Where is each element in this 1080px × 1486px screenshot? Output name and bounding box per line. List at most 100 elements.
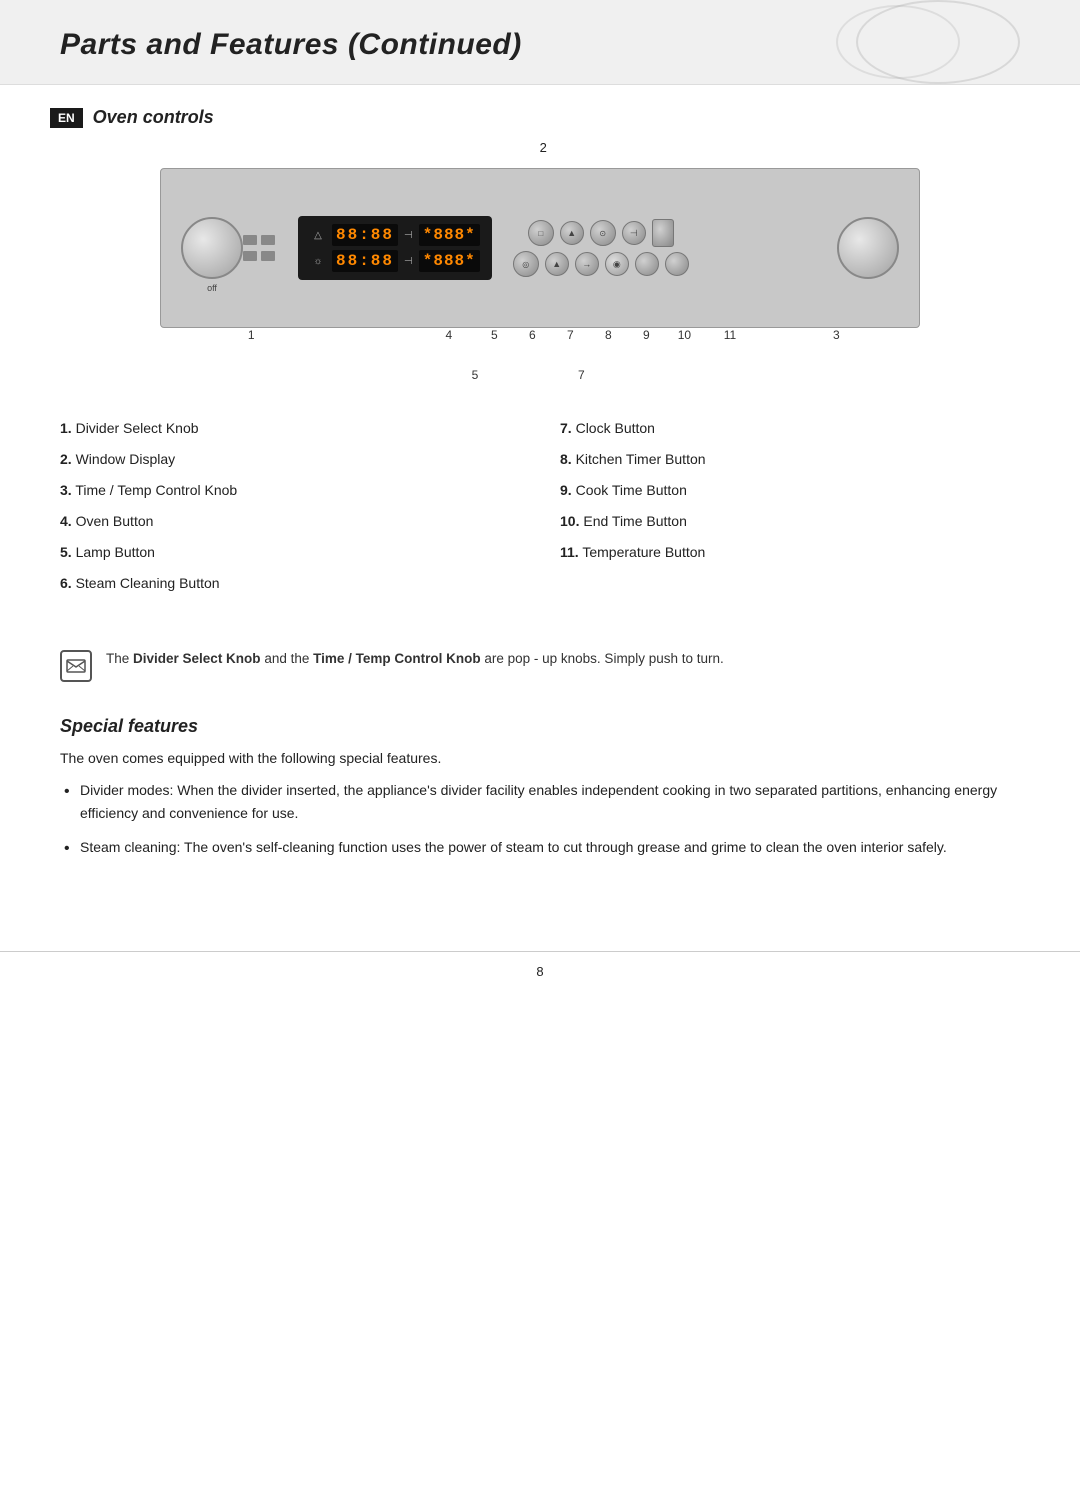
- envelope-icon: [66, 659, 86, 673]
- oven-button[interactable]: □: [528, 220, 554, 246]
- diag-label-9: 9: [643, 328, 650, 342]
- diagram-container: 2 △ 88:88 ⊣ *8: [0, 140, 1080, 398]
- cook-time-button[interactable]: ◉: [605, 252, 629, 276]
- special-features-intro: The oven comes equipped with the followi…: [60, 747, 1020, 769]
- part-item-6: 6. Steam Cleaning Button: [60, 573, 520, 594]
- part-label-2: Window Display: [76, 451, 176, 467]
- diag-label-7b: 7: [578, 368, 585, 382]
- en-badge: EN: [50, 108, 83, 128]
- note-text: The Divider Select Knob and the Time / T…: [106, 648, 724, 670]
- symbols-left: [243, 235, 275, 261]
- diag-label-8: 8: [605, 328, 612, 342]
- symbol-box-4: [261, 251, 275, 261]
- part-num-10: 10.: [560, 513, 579, 529]
- diag-label-10: 10: [678, 328, 691, 342]
- diag-label-5-6-label: 5: [491, 328, 498, 342]
- page-title: Parts and Features (Continued): [60, 28, 1020, 62]
- diag-label-7: 7: [567, 328, 574, 342]
- special-features-section: Special features The oven comes equipped…: [0, 706, 1080, 891]
- special-features-list: Divider modes: When the divider inserted…: [60, 779, 1020, 858]
- display-row-2: ☼ 88:88 ⊣ *888*: [310, 250, 480, 272]
- buttons-area: □ ▲ ⊙ ⊣ ◎ ▲ → ◉: [513, 219, 689, 277]
- diagram-labels-row2: 5 7: [160, 368, 920, 388]
- end-time-button[interactable]: [635, 252, 659, 276]
- plus-button[interactable]: ⊣: [622, 221, 646, 245]
- part-num-11: 11.: [560, 544, 579, 560]
- part-label-11: Temperature Button: [582, 544, 705, 560]
- page-number: 8: [536, 964, 543, 979]
- parts-columns: 1. Divider Select Knob 2. Window Display…: [60, 418, 1020, 604]
- display-digits-2: 88:88: [332, 250, 398, 272]
- diag-label-4: 4: [445, 328, 452, 342]
- part-num-7: 7.: [560, 420, 572, 436]
- note-bold-2: Time / Temp Control Knob: [313, 651, 481, 666]
- down-button[interactable]: ▲: [545, 252, 569, 276]
- oven-diagram: △ 88:88 ⊣ *888* ☼ 88:88 ⊣ *888* □ ▲ ⊙: [160, 168, 920, 328]
- buttons-top-row: □ ▲ ⊙ ⊣: [528, 219, 674, 247]
- display-row-1: △ 88:88 ⊣ *888*: [310, 224, 480, 246]
- diagram-label-2: 2: [540, 140, 547, 155]
- part-label-3: Time / Temp Control Knob: [75, 482, 237, 498]
- time-temp-control-knob[interactable]: [837, 217, 899, 279]
- special-feature-1: Divider modes: When the divider inserted…: [60, 779, 1020, 824]
- part-label-4: Oven Button: [76, 513, 154, 529]
- divider-select-knob[interactable]: [181, 217, 243, 279]
- up-button[interactable]: ▲: [560, 221, 584, 245]
- display-icon-2: ☼: [310, 256, 326, 267]
- diag-label-5b: 5: [472, 368, 479, 382]
- display-arrow-2: ⊣: [404, 256, 413, 267]
- diag-label-3: 3: [833, 328, 840, 342]
- diag-label-6: 6: [529, 328, 536, 342]
- parts-col-right: 7. Clock Button 8. Kitchen Timer Button …: [560, 418, 1020, 604]
- buttons-bottom-row: ◎ ▲ → ◉: [513, 251, 689, 277]
- diag-label-1: 1: [248, 328, 255, 342]
- parts-list-section: 1. Divider Select Knob 2. Window Display…: [0, 398, 1080, 624]
- symbol-box-1: [243, 235, 257, 245]
- part-item-1: 1. Divider Select Knob: [60, 418, 520, 439]
- display-digits-1: 88:88: [332, 224, 398, 246]
- part-num-2: 2.: [60, 451, 72, 467]
- clock-button[interactable]: ⊙: [590, 220, 616, 246]
- part-label-5: Lamp Button: [76, 544, 155, 560]
- part-num-6: 6.: [60, 575, 72, 591]
- display-icon-1: △: [310, 230, 326, 241]
- part-label-8: Kitchen Timer Button: [576, 451, 706, 467]
- part-item-8: 8. Kitchen Timer Button: [560, 449, 1020, 470]
- part-item-9: 9. Cook Time Button: [560, 480, 1020, 501]
- part-label-9: Cook Time Button: [576, 482, 687, 498]
- diag-label-11: 11: [724, 328, 736, 342]
- symbol-box-3: [243, 251, 257, 261]
- diagram-labels: 1 4 5 6 7 8 9 10 11 3: [160, 328, 920, 368]
- part-num-3: 3.: [60, 482, 72, 498]
- oven-controls-header: EN Oven controls: [0, 85, 1080, 140]
- part-num-9: 9.: [560, 482, 572, 498]
- special-features-title: Special features: [60, 716, 1020, 737]
- part-num-5: 5.: [60, 544, 72, 560]
- display-temp-1: *888*: [419, 224, 480, 246]
- part-item-5: 5. Lamp Button: [60, 542, 520, 563]
- part-item-2: 2. Window Display: [60, 449, 520, 470]
- part-item-3: 3. Time / Temp Control Knob: [60, 480, 520, 501]
- parts-col-left: 1. Divider Select Knob 2. Window Display…: [60, 418, 520, 604]
- part-label-6: Steam Cleaning Button: [76, 575, 220, 591]
- part-label-1: Divider Select Knob: [76, 420, 199, 436]
- temperature-button[interactable]: [665, 252, 689, 276]
- page-header: Parts and Features (Continued): [0, 0, 1080, 85]
- special-feature-2: Steam cleaning: The oven's self-cleaning…: [60, 836, 1020, 858]
- oven-controls-title: Oven controls: [93, 107, 214, 128]
- part-item-7: 7. Clock Button: [560, 418, 1020, 439]
- note-section: The Divider Select Knob and the Time / T…: [0, 632, 1080, 698]
- display-temp-2: *888*: [419, 250, 480, 272]
- window-display: △ 88:88 ⊣ *888* ☼ 88:88 ⊣ *888*: [298, 216, 492, 280]
- kitchen-timer-button[interactable]: [652, 219, 674, 247]
- lamp-button[interactable]: ◎: [513, 251, 539, 277]
- part-label-10: End Time Button: [583, 513, 687, 529]
- part-label-7: Clock Button: [576, 420, 655, 436]
- page-footer: 8: [0, 951, 1080, 991]
- symbol-box-2: [261, 235, 275, 245]
- note-icon: [60, 650, 92, 682]
- steam-cleaning-button[interactable]: →: [575, 252, 599, 276]
- diagram-wrapper: 2 △ 88:88 ⊣ *8: [60, 140, 1020, 388]
- part-num-4: 4.: [60, 513, 72, 529]
- part-num-1: 1.: [60, 420, 72, 436]
